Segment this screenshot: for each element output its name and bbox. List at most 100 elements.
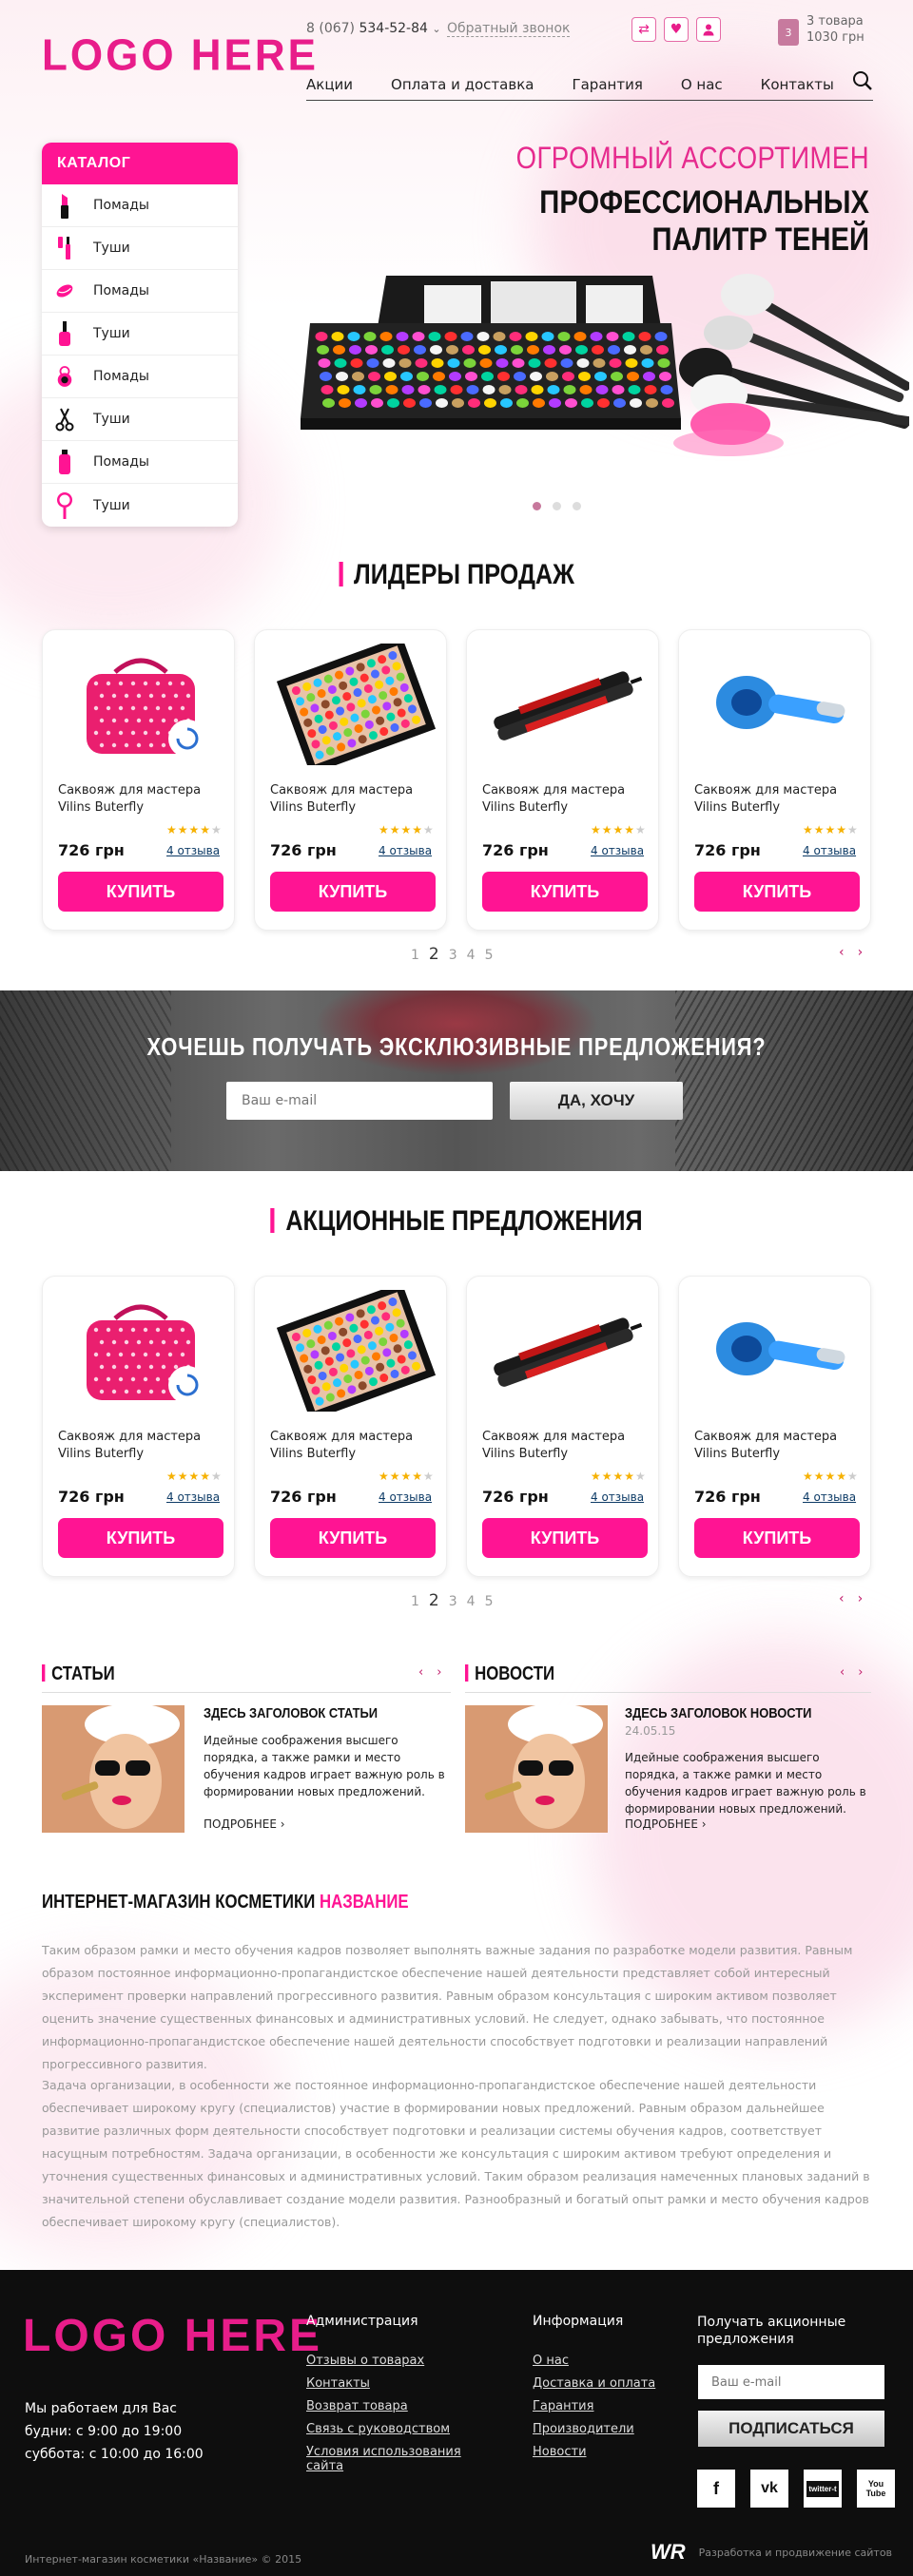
product-name[interactable]: Саквояж для мастера Vilins Buterfly — [58, 1429, 229, 1463]
slider-dot[interactable] — [533, 502, 541, 510]
footer-link[interactable]: Доставка и оплата — [533, 2373, 694, 2395]
compare-icon[interactable]: ⇄ — [631, 17, 656, 42]
footer-subscribe-button[interactable]: ПОДПИСАТЬСЯ — [698, 2411, 884, 2447]
product-image[interactable] — [482, 1290, 648, 1412]
catalog-item[interactable]: Туши — [42, 227, 238, 270]
reviews-link[interactable]: 4 отзыва — [591, 1490, 644, 1504]
buy-button[interactable]: КУПИТЬ — [270, 1518, 436, 1558]
product-card[interactable]: Саквояж для мастера Vilins Buterfly ★★★★★… — [466, 629, 659, 931]
product-image[interactable] — [58, 1290, 223, 1412]
product-image[interactable] — [270, 636, 437, 775]
footer-link[interactable]: Условия использования сайта — [306, 2441, 468, 2473]
product-card[interactable]: Саквояж для мастера Vilins Buterfly ★★★★★… — [678, 629, 871, 931]
reviews-link[interactable]: 4 отзыва — [803, 844, 856, 857]
logo[interactable]: LOGO HERE — [42, 31, 319, 82]
subscribe-button[interactable]: ДА, ХОЧУ — [510, 1082, 683, 1120]
buy-button[interactable]: КУПИТЬ — [694, 872, 860, 912]
product-card[interactable]: Саквояж для мастера Vilins Buterfly ★★★★★… — [254, 629, 447, 931]
footer-email-input[interactable] — [698, 2365, 884, 2399]
article-heading[interactable]: ЗДЕСЬ ЗАГОЛОВОК СТАТЬИ — [204, 1705, 378, 1721]
reviews-link[interactable]: 4 отзыва — [379, 1490, 432, 1504]
reviews-link[interactable]: 4 отзыва — [379, 844, 432, 857]
buy-button[interactable]: КУПИТЬ — [482, 1518, 648, 1558]
footer-link[interactable]: О нас — [533, 2350, 694, 2373]
youtube-icon[interactable]: You Tube — [857, 2470, 895, 2508]
product-card[interactable]: Саквояж для мастера Vilins Buterfly ★★★★★… — [254, 1276, 447, 1577]
buy-button[interactable]: КУПИТЬ — [58, 1518, 223, 1558]
footer-link[interactable]: Гарантия — [533, 2395, 694, 2418]
buy-button[interactable]: КУПИТЬ — [482, 872, 648, 912]
reviews-link[interactable]: 4 отзыва — [166, 1490, 220, 1504]
footer-link[interactable]: Отзывы о товарах — [306, 2350, 496, 2373]
buy-button[interactable]: КУПИТЬ — [58, 872, 223, 912]
product-image[interactable] — [58, 644, 223, 765]
vk-icon[interactable]: vk — [750, 2470, 788, 2508]
product-name[interactable]: Саквояж для мастера Vilins Buterfly — [694, 1429, 865, 1463]
buy-button[interactable]: КУПИТЬ — [270, 872, 436, 912]
reviews-link[interactable]: 4 отзыва — [166, 844, 220, 857]
chevron-right-icon[interactable]: › — [437, 1665, 441, 1680]
page-link[interactable]: 4 — [467, 948, 476, 963]
nav-item[interactable]: Гарантия — [572, 76, 642, 93]
product-name[interactable]: Саквояж для мастера Vilins Buterfly — [482, 782, 653, 817]
page-link[interactable]: 5 — [485, 1594, 494, 1609]
user-icon[interactable] — [696, 17, 721, 42]
slider-dot[interactable] — [573, 502, 581, 510]
facebook-icon[interactable]: f — [697, 2470, 735, 2508]
news-more-link[interactable]: ПОДРОБНЕЕ › — [625, 1817, 707, 1831]
product-name[interactable]: Саквояж для мастера Vilins Buterfly — [270, 1429, 441, 1463]
product-image[interactable] — [482, 644, 648, 765]
chevron-down-icon[interactable]: ⌄ — [432, 23, 440, 35]
heart-icon[interactable]: ♥ — [664, 17, 689, 42]
product-card[interactable]: Саквояж для мастера Vilins Buterfly ★★★★★… — [42, 629, 235, 931]
chevron-right-icon[interactable]: › — [858, 945, 864, 960]
product-name[interactable]: Саквояж для мастера Vilins Buterfly — [58, 782, 229, 817]
product-image[interactable] — [694, 644, 860, 765]
nav-item[interactable]: Акции — [306, 76, 353, 93]
product-card[interactable]: Саквояж для мастера Vilins Buterfly ★★★★★… — [678, 1276, 871, 1577]
chevron-left-icon[interactable]: ‹ — [839, 1591, 845, 1606]
buy-button[interactable]: КУПИТЬ — [694, 1518, 860, 1558]
page-link-current[interactable]: 2 — [429, 945, 439, 964]
article-more-link[interactable]: ПОДРОБНЕЕ › — [204, 1817, 285, 1831]
nav-item[interactable]: О нас — [681, 76, 723, 93]
developer-credit[interactable]: WR Разработка и продвижение сайтов — [651, 2540, 892, 2565]
cart[interactable]: 3 3 товара 1030 грн — [778, 13, 864, 46]
twitter-icon[interactable]: twitter-t — [804, 2470, 842, 2508]
footer-logo[interactable]: LOGO HERE — [23, 2310, 322, 2362]
product-card[interactable]: Саквояж для мастера Vilins Buterfly ★★★★★… — [466, 1276, 659, 1577]
footer-link[interactable]: Производители — [533, 2418, 694, 2441]
page-link[interactable]: 4 — [467, 1594, 476, 1609]
page-link[interactable]: 5 — [485, 948, 494, 963]
reviews-link[interactable]: 4 отзыва — [803, 1490, 856, 1504]
catalog-item[interactable]: Помады — [42, 184, 238, 227]
chevron-right-icon[interactable]: › — [858, 1665, 863, 1680]
footer-link[interactable]: Контакты — [306, 2373, 496, 2395]
subscribe-email-input[interactable] — [226, 1082, 493, 1120]
search-icon[interactable] — [852, 70, 873, 91]
product-name[interactable]: Саквояж для мастера Vilins Buterfly — [694, 782, 865, 817]
page-link[interactable]: 3 — [449, 1594, 457, 1609]
page-link[interactable]: 1 — [411, 1594, 419, 1609]
nav-item[interactable]: Оплата и доставка — [391, 76, 534, 93]
chevron-left-icon[interactable]: ‹ — [839, 945, 845, 960]
product-image[interactable] — [270, 1282, 437, 1421]
chevron-right-icon[interactable]: › — [858, 1591, 864, 1606]
reviews-link[interactable]: 4 отзыва — [591, 844, 644, 857]
product-image[interactable] — [694, 1290, 860, 1412]
catalog-item[interactable]: Туши — [42, 398, 238, 441]
news-heading[interactable]: ЗДЕСЬ ЗАГОЛОВОК НОВОСТИ — [625, 1705, 811, 1721]
article-image[interactable] — [42, 1705, 185, 1833]
catalog-item[interactable]: Туши — [42, 484, 238, 527]
product-name[interactable]: Саквояж для мастера Vilins Buterfly — [270, 782, 441, 817]
catalog-item[interactable]: Туши — [42, 313, 238, 356]
page-link-current[interactable]: 2 — [429, 1591, 439, 1610]
callback-link[interactable]: Обратный звонок — [447, 21, 571, 37]
catalog-item[interactable]: Помады — [42, 356, 238, 398]
catalog-item[interactable]: Помады — [42, 270, 238, 313]
footer-link[interactable]: Новости — [533, 2441, 694, 2464]
product-card[interactable]: Саквояж для мастера Vilins Buterfly ★★★★★… — [42, 1276, 235, 1577]
footer-link[interactable]: Связь с руководством — [306, 2418, 496, 2441]
chevron-left-icon[interactable]: ‹ — [840, 1665, 845, 1680]
chevron-left-icon[interactable]: ‹ — [418, 1665, 423, 1680]
